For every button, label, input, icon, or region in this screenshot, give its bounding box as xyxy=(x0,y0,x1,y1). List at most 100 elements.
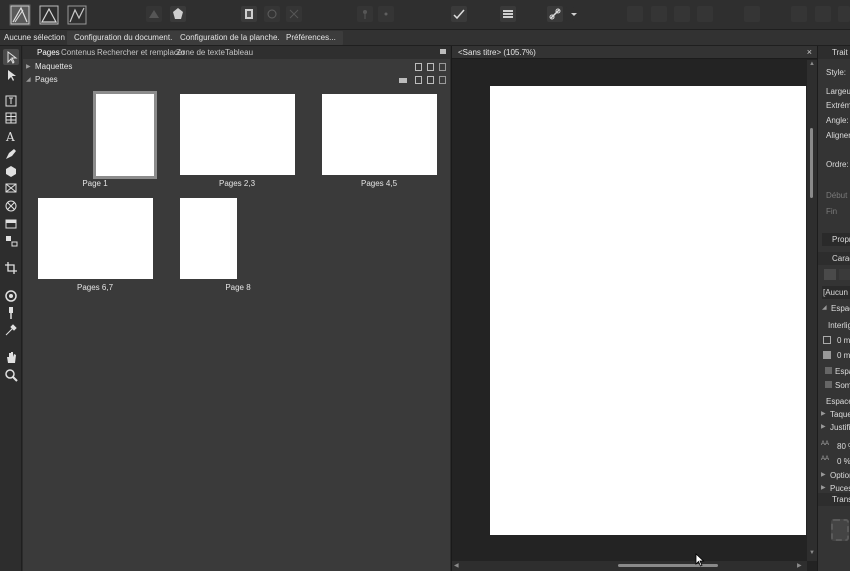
delete-master-icon[interactable] xyxy=(439,63,446,71)
expand-arrow-icon[interactable]: ▶ xyxy=(821,423,826,430)
pin-icon[interactable] xyxy=(357,6,373,22)
spread-thumbnail[interactable] xyxy=(180,94,295,175)
frame-text-tool-icon[interactable] xyxy=(3,93,19,109)
table-format-icon[interactable] xyxy=(3,233,19,249)
picture-frame-ellipse-icon[interactable] xyxy=(3,198,19,214)
fill-tool-icon[interactable] xyxy=(3,288,19,304)
bullets-section-label: Puces xyxy=(830,484,850,493)
page-canvas[interactable] xyxy=(490,86,806,535)
preview-mode-icon[interactable] xyxy=(264,6,280,22)
table-tool-icon[interactable] xyxy=(3,110,19,126)
vertical-scroll-thumb[interactable] xyxy=(810,128,813,198)
space-checkbox-1[interactable] xyxy=(825,367,832,374)
tab-find-replace[interactable]: Rechercher et remplacer xyxy=(97,48,185,57)
photo-persona-icon[interactable] xyxy=(38,4,60,26)
properties-button[interactable]: Propri xyxy=(822,233,850,246)
expand-arrow-icon[interactable]: ▶ xyxy=(821,484,826,491)
options-section-label: Option xyxy=(830,471,850,480)
preferences-button[interactable]: Préférences... xyxy=(279,31,343,45)
scale-value[interactable]: 80 % xyxy=(837,442,850,451)
arrange-icon-1[interactable] xyxy=(627,6,643,22)
node-tool-icon[interactable] xyxy=(3,67,19,83)
vertical-scrollbar[interactable]: ▲ ▼ xyxy=(807,60,817,561)
panel-menu-icon[interactable] xyxy=(440,49,446,54)
tools-panel: A xyxy=(0,46,22,571)
hide-mode-icon[interactable] xyxy=(286,6,302,22)
move-tool-icon[interactable] xyxy=(3,49,19,65)
artistic-text-tool-icon[interactable]: A xyxy=(3,128,19,144)
scroll-down-icon[interactable]: ▼ xyxy=(809,550,815,556)
publisher-persona-icon[interactable] xyxy=(66,4,88,26)
crop-tool-icon[interactable] xyxy=(3,260,19,276)
add-master-icon[interactable] xyxy=(415,63,422,71)
preflight-icon[interactable] xyxy=(451,6,467,22)
duplicate-page-icon[interactable] xyxy=(427,76,434,84)
view-mode-icon[interactable] xyxy=(241,6,257,22)
assistant-icon[interactable] xyxy=(170,6,186,22)
horizontal-scrollbar[interactable]: ◀ ▶ xyxy=(452,561,807,571)
text-frame-icon[interactable] xyxy=(500,6,516,22)
align-center-icon[interactable] xyxy=(839,269,850,280)
transform-panel-tab[interactable]: Transf xyxy=(818,493,850,506)
collapse-arrow-icon[interactable]: ◢ xyxy=(26,76,31,83)
zoom-tool-icon[interactable] xyxy=(3,367,19,383)
snapping-icon[interactable] xyxy=(146,6,162,22)
spread-thumbnail[interactable] xyxy=(322,94,437,175)
page-view-options-icon[interactable] xyxy=(399,78,407,83)
align-icon[interactable] xyxy=(744,6,760,22)
duplicate-master-icon[interactable] xyxy=(427,63,434,71)
close-icon[interactable]: × xyxy=(807,47,812,57)
tab-pages[interactable]: Pages xyxy=(37,48,60,57)
paragraph-style-dropdown[interactable]: [Aucun s xyxy=(822,286,850,299)
flip-horizontal-icon[interactable] xyxy=(791,6,807,22)
masters-section[interactable]: ▶ Maquettes xyxy=(23,61,450,73)
align-left-icon[interactable] xyxy=(824,269,836,280)
delete-page-icon[interactable] xyxy=(439,76,446,84)
arrange-icon-3[interactable] xyxy=(674,6,690,22)
expand-arrow-icon[interactable]: ▶ xyxy=(26,63,31,70)
arrange-icon-4[interactable] xyxy=(697,6,713,22)
scroll-left-icon[interactable]: ◀ xyxy=(454,562,459,569)
collapse-arrow-icon[interactable]: ◢ xyxy=(822,304,827,311)
character-panel-tab[interactable]: Caract xyxy=(818,252,850,265)
chevron-down-icon[interactable] xyxy=(566,6,577,22)
arrange-icon-2[interactable] xyxy=(651,6,667,22)
link-icon[interactable] xyxy=(547,6,563,22)
flip-vertical-icon[interactable] xyxy=(815,6,831,22)
rotate-icon[interactable] xyxy=(838,6,850,22)
expand-arrow-icon[interactable]: ▶ xyxy=(821,410,826,417)
space-checkbox-2[interactable] xyxy=(825,381,832,388)
spread-setup-button[interactable]: Configuration de la planche... xyxy=(173,31,292,45)
tab-table[interactable]: Tableau xyxy=(225,48,253,57)
designer-persona-icon[interactable] xyxy=(9,4,31,26)
shape-tool-icon[interactable] xyxy=(3,163,19,179)
spread-thumbnail[interactable] xyxy=(38,198,153,279)
page-thumbnail[interactable] xyxy=(93,91,157,179)
tab-contents[interactable]: Contenus xyxy=(61,48,95,57)
indent-right-value[interactable]: 0 mm xyxy=(837,351,850,360)
transparency-tool-icon[interactable] xyxy=(3,305,19,321)
properties-label: Propri xyxy=(832,235,850,244)
add-page-icon[interactable] xyxy=(415,76,422,84)
tab-text-frame[interactable]: Zone de texte xyxy=(176,48,225,57)
pages-section[interactable]: ◢ Pages xyxy=(23,74,450,86)
expand-arrow-icon[interactable]: ▶ xyxy=(821,471,826,478)
character-tab-label: Caract xyxy=(832,254,850,263)
stroke-panel-tab[interactable]: Trait xyxy=(818,46,850,59)
indent-left-value[interactable]: 0 mm xyxy=(837,336,850,345)
spread-label: Pages 4,5 xyxy=(360,179,398,188)
place-image-icon[interactable] xyxy=(3,216,19,232)
hand-tool-icon[interactable] xyxy=(3,350,19,366)
page-thumbnail[interactable] xyxy=(180,198,237,279)
dot-icon[interactable] xyxy=(378,6,394,22)
color-picker-icon[interactable] xyxy=(3,322,19,338)
picture-frame-rectangle-icon[interactable] xyxy=(3,180,19,196)
scroll-up-icon[interactable]: ▲ xyxy=(809,61,815,67)
document-tab[interactable]: <Sans titre> (105.7%) × xyxy=(452,46,818,59)
align-label: Aligner: xyxy=(826,131,850,140)
document-setup-button[interactable]: Configuration du document... xyxy=(67,31,184,45)
pen-tool-icon[interactable] xyxy=(3,146,19,162)
scroll-right-icon[interactable]: ▶ xyxy=(797,562,802,569)
width-label: Largeur xyxy=(826,87,850,96)
baseline-value[interactable]: 0 % xyxy=(837,457,850,466)
